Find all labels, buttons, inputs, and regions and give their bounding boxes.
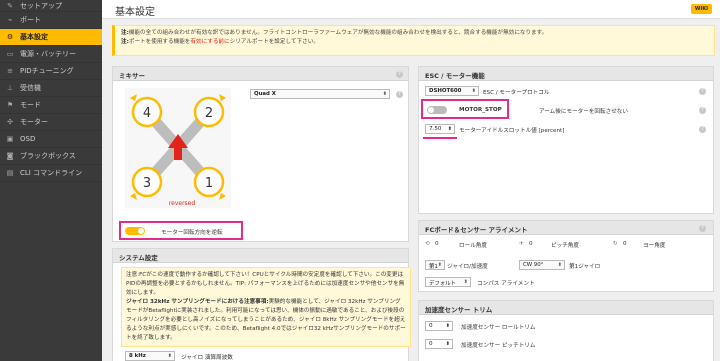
flag-icon: ⚑ — [6, 101, 14, 109]
board-alignment-panel: FCボード＆センサー アライメント ? ⟲ 0 ロール角度 ✈ 0 ピッチ角度 … — [418, 220, 714, 292]
gyro-select[interactable]: 第1 ⬍ — [425, 260, 445, 270]
mixer-panel: ミキサー ? 4 2 3 1 reversed Quad X ⬍ ? モーター回… — [112, 66, 409, 242]
sidebar-item-label: ポート — [20, 16, 41, 24]
first-gyro-label: 第1ジャイロ — [569, 264, 601, 270]
acc-pitch-trim-input[interactable]: 0 ⬍ — [425, 339, 453, 349]
system-warning-line-2: ジャイロ 32kHz サンプリングモードにおける注意事項:実験的な機能として、ジ… — [126, 299, 406, 341]
page-header: 基本設定 WIKI — [102, 0, 720, 19]
motor-label: 4 — [143, 106, 151, 121]
sidebar-item[interactable]: ✎ セットアップ — [0, 0, 102, 12]
compass-alignment-select[interactable]: デフォルト ⬍ — [425, 277, 471, 287]
sidebar-item-label: セットアップ — [20, 1, 62, 10]
sidebar-item[interactable]: ✣ モーター — [0, 114, 102, 131]
sidebar-item-label: ブラックボックス — [20, 152, 76, 160]
system-settings-panel: システム設定 注意:FCがこの速度で動作するか確認して下さい！CPUとサイクル時… — [112, 248, 411, 361]
sidebar-item[interactable]: ≡ PIDチューニング — [0, 63, 102, 80]
sidebar-item[interactable]: ⚑ モード — [0, 97, 102, 114]
sidebar-item[interactable]: ⌁ ポート — [0, 12, 102, 29]
wrench-icon: ✎ — [7, 1, 13, 10]
sidebar-item-label: CLI コマンドライン — [20, 169, 83, 177]
motor-icon: ✣ — [7, 118, 13, 126]
main-content: 基本設定 WIKI 注:機能の全ての組み合わせが有効な訳ではありません。フライト… — [102, 0, 720, 361]
gyro-rate-label: ジャイロ 演算周波数 — [181, 355, 233, 361]
gyro-alignment-select[interactable]: CW 90° ⬍ — [519, 260, 565, 270]
help-icon[interactable]: ? — [396, 71, 403, 78]
gear-icon: ⚙ — [6, 33, 14, 41]
pitch-icon: ✈ — [519, 241, 524, 247]
mixer-panel-title: ミキサー — [113, 67, 408, 81]
display-icon: ▣ — [6, 135, 14, 143]
mixer-type-select[interactable]: Quad X ⬍ — [250, 89, 390, 99]
sidebar-item[interactable]: ⊥ 受信機 — [0, 80, 102, 97]
sidebar-item[interactable]: ◙ ブラックボックス — [0, 148, 102, 165]
sidebar-item-label: モーター — [20, 118, 48, 126]
sidebar-item[interactable]: ▤ CLI コマンドライン — [0, 165, 102, 182]
help-icon[interactable]: ? — [396, 91, 403, 98]
sliders-icon: ≡ — [7, 67, 13, 75]
terminal-icon: ▤ — [6, 169, 14, 177]
pitch-label: ピッチ角度 — [551, 243, 579, 249]
sidebar-item-label: 受信機 — [20, 84, 41, 92]
sidebar-item-label: 電源・バッテリー — [20, 50, 76, 58]
system-warning-line-1: 注意:FCがこの速度で動作するか確認して下さい！CPUとサイクル時間の安定度を確… — [126, 272, 405, 296]
system-panel-title: システム設定 — [113, 249, 408, 263]
reversed-label: reversed — [169, 200, 196, 207]
idle-throttle-input[interactable]: 7.50 ⬍ — [425, 124, 455, 134]
battery-icon: ▭ — [6, 50, 14, 58]
help-icon[interactable]: ? — [699, 126, 706, 133]
help-icon[interactable]: ? — [699, 225, 706, 232]
yaw-value[interactable]: 0 — [623, 241, 627, 247]
esc-protocol-label: ESC / モータープロトコル — [483, 90, 550, 96]
motor-label: 1 — [205, 176, 213, 191]
help-icon[interactable]: ? — [699, 88, 706, 95]
acc-pitch-trim-label: 加速度センサー ピッチトリム — [461, 343, 536, 349]
acc-trim-title: 加速度センサー トリム — [419, 301, 713, 315]
help-icon[interactable]: ? — [699, 107, 706, 114]
roll-label: ロール角度 — [459, 243, 487, 249]
board-panel-title: FCボード＆センサー アライメント — [419, 221, 713, 235]
quad-x-diagram: 4 2 3 1 reversed — [125, 88, 231, 208]
yaw-label: ヨー角度 — [643, 243, 666, 249]
wiki-button[interactable]: WIKI — [690, 4, 712, 14]
roll-value[interactable]: 0 — [435, 241, 439, 247]
esc-panel: ESC / モーター機能 DSHOT600 ⬍ ESC / モータープロトコル ?… — [418, 66, 714, 214]
plug-icon: ⌁ — [7, 16, 13, 24]
idle-throttle-underline — [423, 137, 457, 139]
acc-roll-trim-label: 加速度センサー ロールトリム — [461, 325, 536, 331]
system-warning: 注意:FCがこの速度で動作するか確認して下さい！CPUとサイクル時間の安定度を確… — [121, 267, 411, 347]
notice-line-2: 注:ポートを使用する機能を有効にする前にシリアルポートを設定して下さい。 — [121, 39, 319, 45]
acc-trim-panel: 加速度センサー トリム 0 ⬍ 加速度センサー ロールトリム 0 ⬍ 加速度センサー… — [418, 300, 714, 361]
sidebar-item[interactable]: ▣ OSD — [0, 131, 102, 148]
page-title: 基本設定 — [115, 7, 155, 18]
sidebar-item-label: OSD — [20, 135, 36, 143]
notice-line-1: 注:機能の全ての組み合わせが有効な訳ではありません。フライトコントローラファーム… — [121, 30, 548, 36]
motor-stop-description: アーム後にモーターを回転させない — [539, 109, 628, 115]
roll-icon: ⟲ — [425, 241, 430, 247]
gyro-acc-label: ジャイロ/加速度 — [447, 264, 488, 270]
sidebar-item-label: 基本設定 — [20, 33, 48, 41]
sidebar-item-label: モード — [20, 101, 41, 109]
sidebar-item[interactable]: ▭ 電源・バッテリー — [0, 46, 102, 63]
motor-label: 2 — [205, 106, 213, 121]
antenna-icon: ⊥ — [6, 84, 14, 92]
sidebar: ✎ セットアップ ⌁ ポート ⚙ 基本設定 ▭ 電源・バッテリー ≡ PIDチューニング ⊥ 受信機 ⚑… — [0, 0, 102, 361]
gyro-rate-select[interactable]: 8 kHz ⬍ — [125, 351, 175, 361]
sidebar-item-label: PIDチューニング — [20, 67, 74, 75]
reverse-toggle-highlight — [119, 221, 243, 240]
motor-label: 3 — [143, 176, 151, 191]
idle-throttle-label: モーターアイドルスロットル値 [percent] — [459, 128, 565, 134]
compass-alignment-label: コンパス アライメント — [477, 281, 535, 287]
sidebar-item[interactable]: ⚙ 基本設定 — [0, 29, 102, 46]
yaw-icon: ↻ — [613, 241, 618, 247]
motor-stop-highlight — [421, 99, 509, 119]
esc-protocol-select[interactable]: DSHOT600 ⬍ — [425, 86, 479, 96]
esc-panel-title: ESC / モーター機能 — [419, 67, 713, 81]
notice-box: 注:機能の全ての組み合わせが有効な訳ではありません。フライトコントローラファーム… — [112, 25, 715, 56]
pitch-value[interactable]: 0 — [529, 241, 533, 247]
blackbox-icon: ◙ — [6, 152, 14, 160]
acc-roll-trim-input[interactable]: 0 ⬍ — [425, 321, 453, 331]
